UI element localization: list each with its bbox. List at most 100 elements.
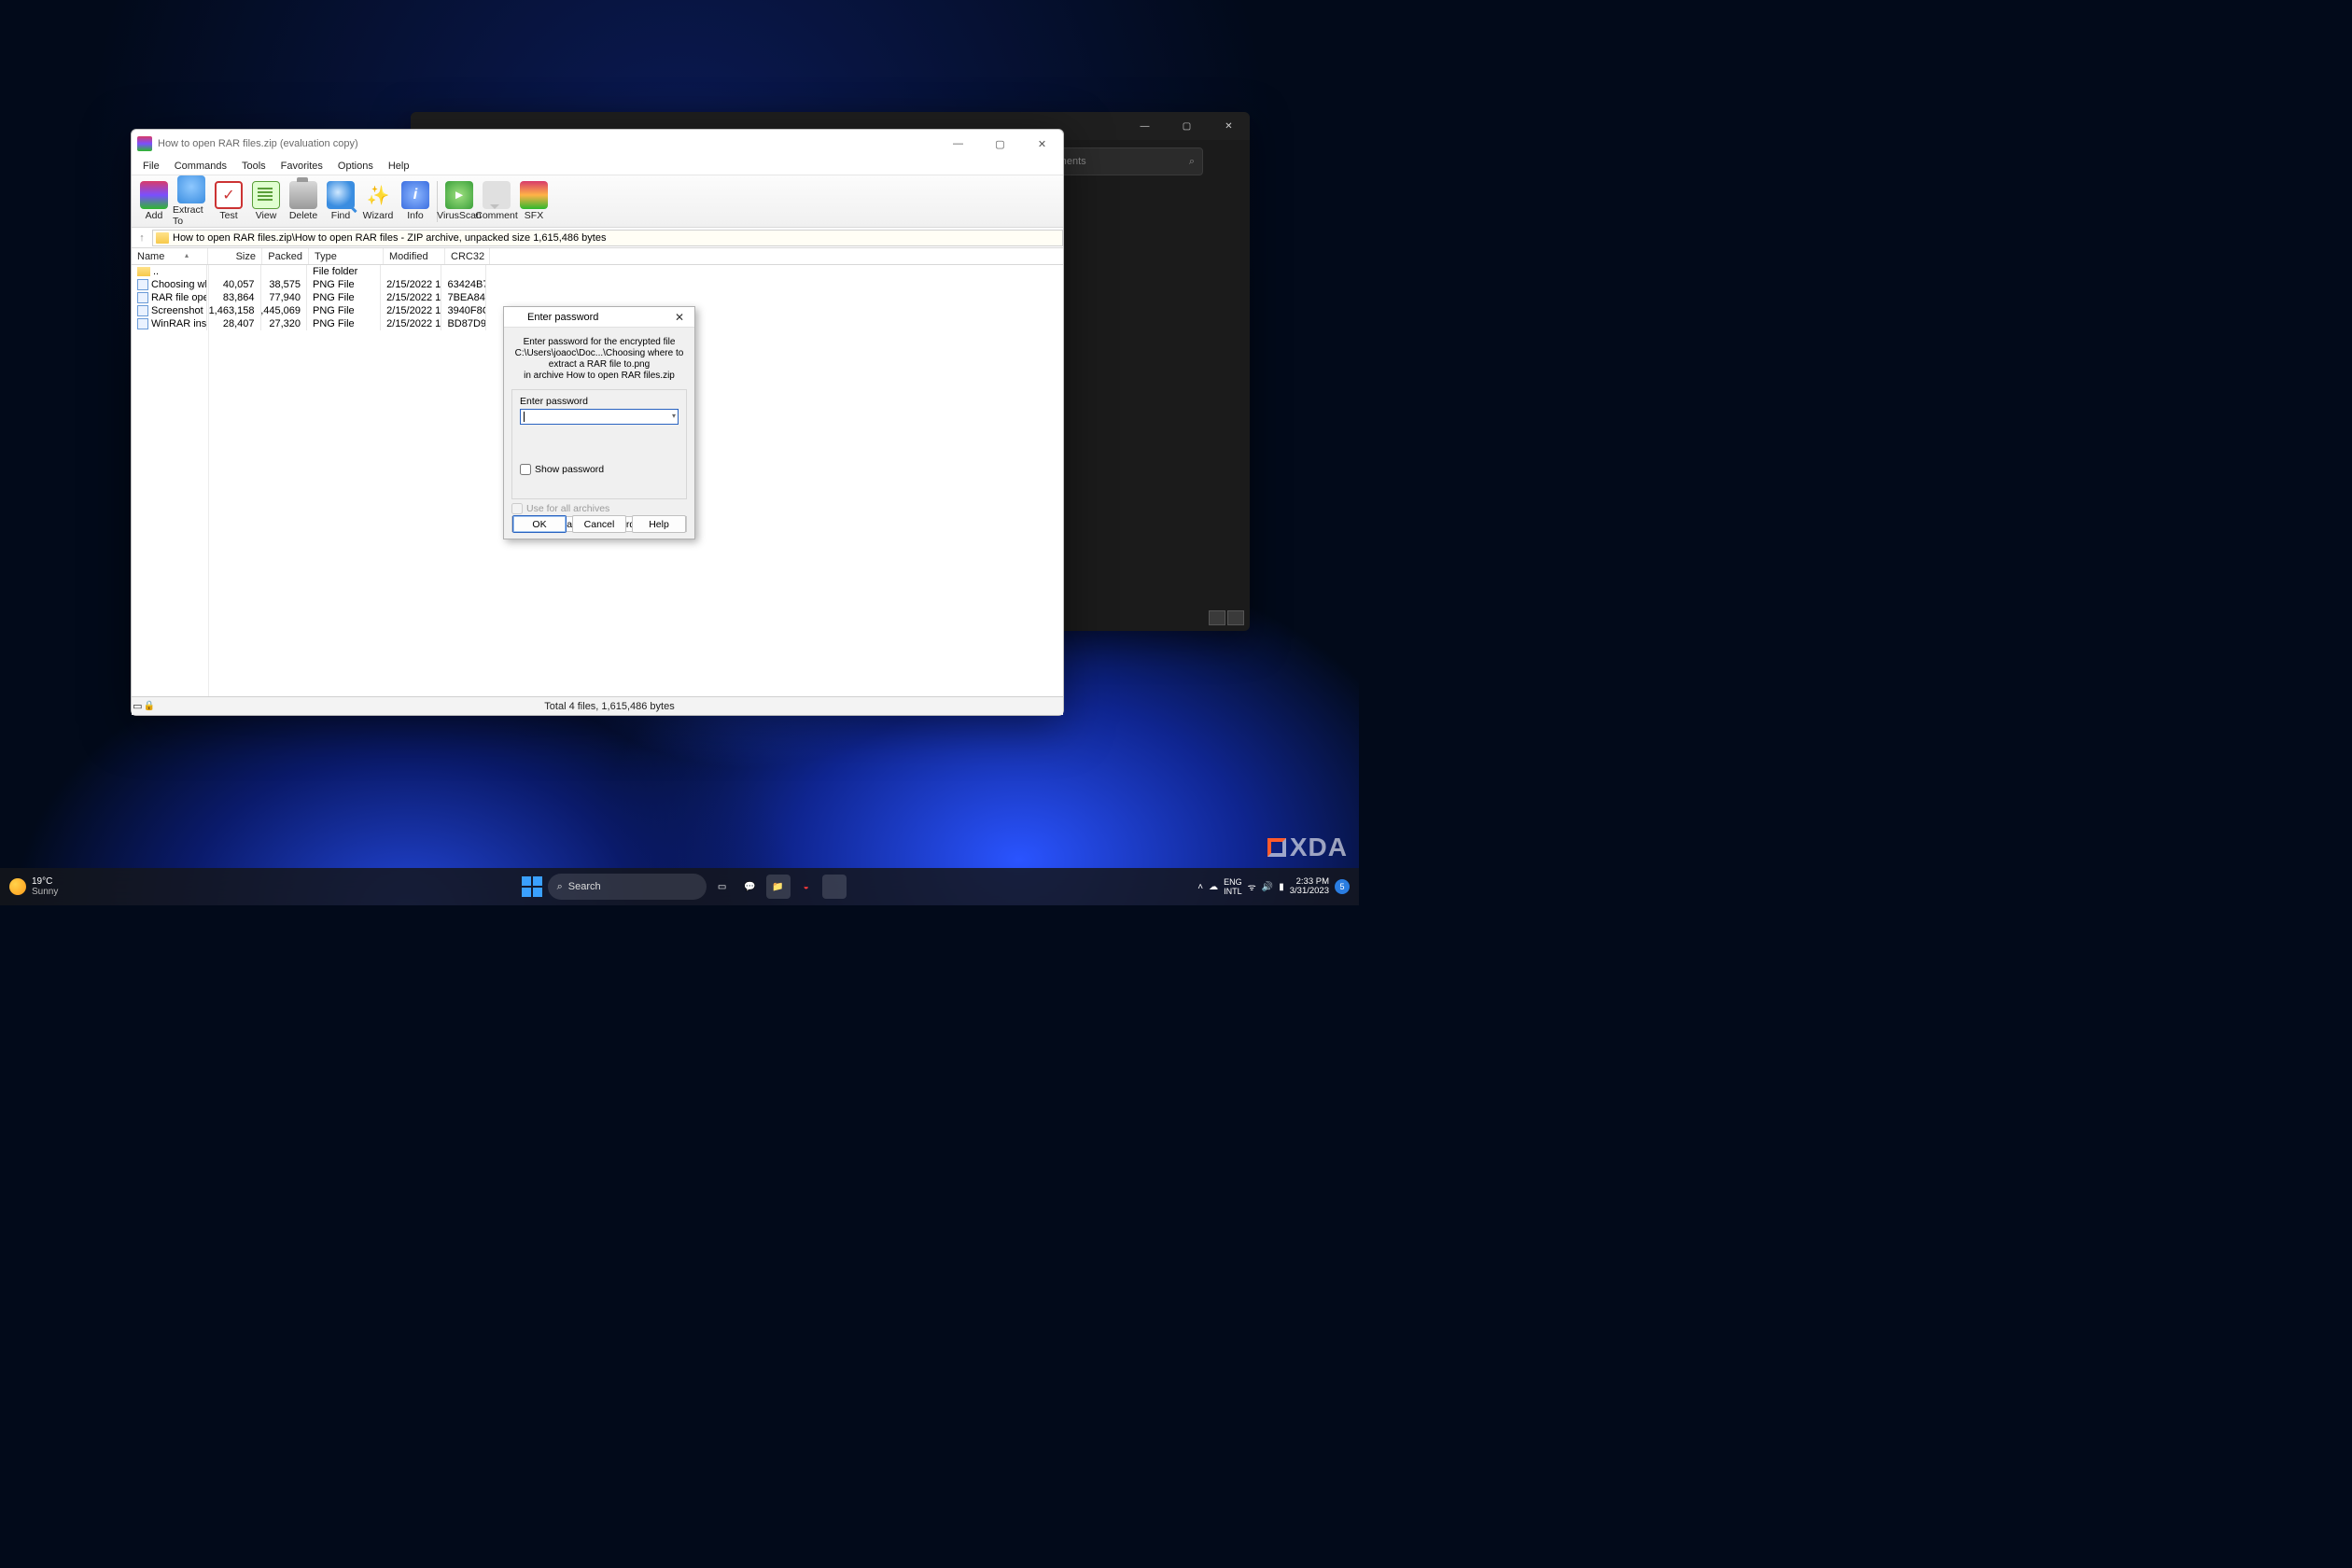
status-bar: ▭🔒 Total 4 files, 1,615,486 bytes: [132, 696, 1063, 715]
tb-add-button[interactable]: Add: [135, 179, 173, 223]
header-size[interactable]: Size: [208, 248, 262, 264]
add-icon: [140, 181, 168, 209]
xda-watermark: XDA: [1267, 833, 1348, 862]
file-icon: [137, 305, 148, 316]
password-label: Enter password: [520, 396, 588, 407]
search-icon: ⌕: [1189, 156, 1195, 168]
menubar: File Commands Tools Favorites Options He…: [132, 158, 1063, 175]
wifi-icon[interactable]: ᯤ: [1248, 880, 1256, 893]
tb-test-button[interactable]: Test: [210, 179, 247, 223]
menu-favorites[interactable]: Favorites: [273, 159, 330, 174]
winrar-taskbar-icon[interactable]: [822, 875, 847, 899]
battery-icon[interactable]: ▮: [1279, 882, 1284, 892]
close-button[interactable]: ✕: [1021, 130, 1063, 158]
tb-wizard-button[interactable]: Wizard: [359, 179, 397, 223]
tb-find-button[interactable]: Find: [322, 179, 359, 223]
folder-up-icon: [137, 267, 150, 276]
virusscan-icon: [445, 181, 473, 209]
menu-tools[interactable]: Tools: [234, 159, 273, 174]
file-icon: [137, 292, 148, 303]
dialog-message: Enter password for the encrypted file C:…: [511, 333, 687, 389]
header-type[interactable]: Type: [309, 248, 384, 264]
path-text: How to open RAR files.zip\How to open RA…: [173, 232, 606, 244]
comment-icon: [483, 181, 511, 209]
menu-options[interactable]: Options: [330, 159, 381, 174]
start-button[interactable]: [520, 875, 544, 899]
tb-comment-button[interactable]: Comment: [478, 179, 515, 223]
file-row[interactable]: Screenshot 2022... 1,463,1581,445,069 PN…: [132, 304, 486, 317]
file-row[interactable]: Choosing where ... 40,05738,575 PNG File…: [132, 278, 486, 291]
winrar-icon: [137, 136, 152, 151]
vivaldi-taskbar-icon[interactable]: ◒: [794, 875, 819, 899]
onedrive-icon[interactable]: ☁: [1209, 882, 1218, 892]
wizard-icon: [364, 181, 392, 209]
taskbar-search[interactable]: ⌕ Search: [548, 874, 707, 900]
info-icon: [401, 181, 429, 209]
tb-info-button[interactable]: Info: [397, 179, 434, 223]
language-indicator[interactable]: ENGINTL: [1224, 877, 1242, 896]
minimize-button[interactable]: ―: [937, 130, 979, 158]
bg-maximize-button[interactable]: ▢: [1166, 112, 1208, 140]
tb-view-button[interactable]: View: [247, 179, 285, 223]
menu-commands[interactable]: Commands: [167, 159, 234, 174]
task-view-button[interactable]: ▭: [710, 875, 735, 899]
xda-logo-icon: [1267, 838, 1286, 857]
header-packed[interactable]: Packed: [262, 248, 309, 264]
cancel-button[interactable]: Cancel: [572, 515, 626, 533]
dropdown-icon[interactable]: ▾: [672, 412, 676, 420]
search-icon: ⌕: [557, 881, 563, 893]
up-button[interactable]: ↑: [132, 232, 152, 244]
tb-delete-button[interactable]: Delete: [285, 179, 322, 223]
tray-chevron-icon[interactable]: ˄: [1197, 882, 1203, 892]
password-dialog: Enter password ✕ Enter password for the …: [503, 306, 695, 539]
tb-extract-button[interactable]: Extract To: [173, 174, 210, 229]
password-input[interactable]: ▾: [520, 409, 679, 425]
bg-close-button[interactable]: ✕: [1208, 112, 1250, 140]
taskbar: 19°C Sunny ⌕ Search ▭ 💬 📁 ◒ ˄ ☁ ENGINTL …: [0, 868, 1359, 905]
up-dir-row[interactable]: .. File folder: [132, 265, 486, 278]
explorer-taskbar-icon[interactable]: 📁: [766, 875, 791, 899]
bg-minimize-button[interactable]: ―: [1124, 112, 1166, 140]
show-password-checkbox[interactable]: Show password: [520, 464, 679, 475]
column-headers: Name▴ Size Packed Type Modified CRC32: [132, 248, 1063, 265]
sort-asc-icon: ▴: [185, 251, 189, 259]
tb-virusscan-button[interactable]: VirusScan: [441, 179, 478, 223]
bg-view-preview-icon[interactable]: [1227, 610, 1244, 625]
address-bar: ↑ How to open RAR files.zip\How to open …: [132, 228, 1063, 248]
sun-icon: [9, 878, 26, 895]
menu-file[interactable]: File: [135, 159, 167, 174]
bg-view-details-icon[interactable]: [1209, 610, 1225, 625]
find-icon: [327, 181, 355, 209]
header-crc[interactable]: CRC32: [445, 248, 490, 264]
weather-text: Sunny: [32, 887, 58, 897]
menu-help[interactable]: Help: [381, 159, 417, 174]
chat-button[interactable]: 💬: [738, 875, 763, 899]
file-row[interactable]: RAR file open in ... 83,86477,940 PNG Fi…: [132, 291, 486, 304]
dialog-titlebar[interactable]: Enter password ✕: [504, 307, 694, 328]
weather-widget[interactable]: 19°C Sunny: [0, 876, 168, 897]
ok-button[interactable]: OK: [512, 515, 567, 533]
clock[interactable]: 2:33 PM3/31/2023: [1290, 877, 1329, 896]
folder-icon: [156, 232, 169, 244]
header-name[interactable]: Name▴: [132, 248, 208, 264]
dialog-title: Enter password: [527, 312, 598, 323]
view-icon: [252, 181, 280, 209]
search-placeholder: Search: [568, 881, 601, 892]
window-title: How to open RAR files.zip (evaluation co…: [158, 138, 358, 149]
titlebar[interactable]: How to open RAR files.zip (evaluation co…: [132, 130, 1063, 158]
tb-sfx-button[interactable]: SFX: [515, 179, 553, 223]
header-modified[interactable]: Modified: [384, 248, 445, 264]
file-icon: [137, 279, 148, 290]
dialog-close-button[interactable]: ✕: [670, 311, 689, 324]
volume-icon[interactable]: 🔊: [1262, 882, 1273, 892]
maximize-button[interactable]: ▢: [979, 130, 1021, 158]
path-input[interactable]: How to open RAR files.zip\How to open RA…: [152, 230, 1063, 246]
lock-icon: 🔒: [143, 701, 154, 711]
file-icon: [137, 318, 148, 329]
file-row[interactable]: WinRAR install s... 28,40727,320 PNG Fil…: [132, 317, 486, 330]
delete-icon: [289, 181, 317, 209]
use-for-all-checkbox: Use for all archives: [511, 503, 687, 514]
help-button[interactable]: Help: [632, 515, 686, 533]
test-icon: [215, 181, 243, 209]
notification-badge[interactable]: 5: [1335, 879, 1350, 894]
